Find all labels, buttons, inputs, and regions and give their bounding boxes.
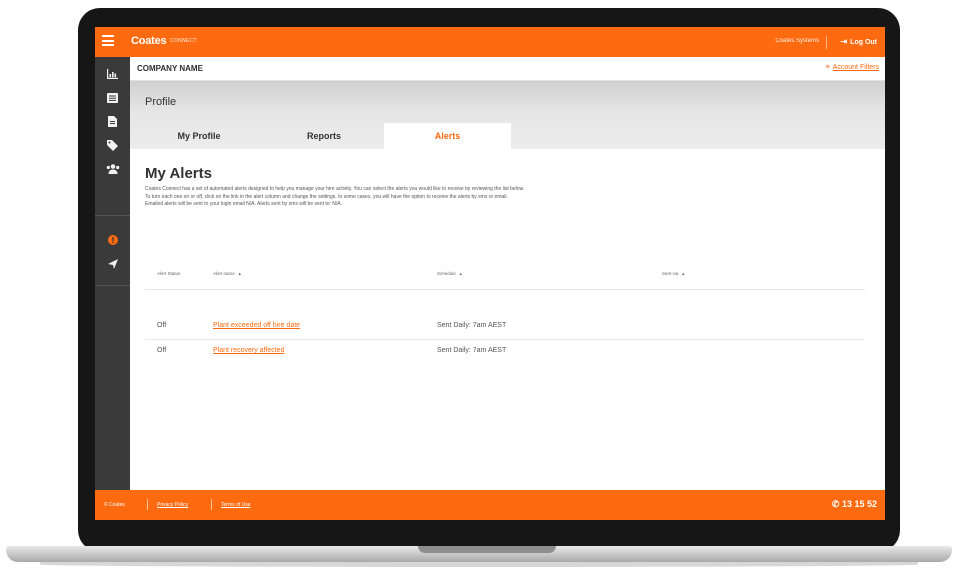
sidebar-divider: [95, 285, 130, 286]
account-filters-label: Account Filters: [832, 64, 879, 71]
sidebar-divider: [95, 215, 130, 216]
screen: Coates CONNECT Coates Systems ⇥Log Out: [95, 27, 885, 520]
alert-icon[interactable]: [95, 235, 130, 249]
phone-label: 13 15 52: [841, 499, 877, 509]
column-header-label: Schedule: [437, 271, 456, 276]
tag-icon[interactable]: [95, 140, 130, 155]
contact-link[interactable]: Coates Systems: [775, 38, 819, 44]
brand-logo[interactable]: Coates: [131, 35, 167, 47]
chart-icon[interactable]: [95, 69, 130, 83]
alert-name-link[interactable]: Plant recovery affected: [213, 347, 284, 354]
alert-schedule: Sent Daily: 7am AEST: [437, 347, 507, 354]
description-paragraph: Emailed alerts will be sent to your logi…: [145, 201, 343, 207]
alerts-panel: My Alerts Coates Connect has a set of au…: [130, 149, 885, 490]
tab-alerts[interactable]: Alerts: [384, 123, 511, 149]
footer: © Coates Privacy Policy Terms of Use ✆ 1…: [95, 490, 885, 520]
column-header-label: Alert name: [213, 271, 235, 276]
column-header-name[interactable]: Alert name ▲: [213, 271, 242, 276]
sort-arrow-icon: ▲: [458, 271, 463, 276]
menu-icon[interactable]: [102, 35, 114, 46]
description-paragraph: Coates Connect has a set of automated al…: [145, 186, 525, 192]
list-icon[interactable]: [95, 93, 130, 107]
users-icon[interactable]: [95, 164, 130, 178]
laptop-base-notch: [418, 546, 556, 553]
logout-label: Log Out: [850, 39, 877, 46]
alert-name-link[interactable]: Plant exceeded off hire date: [213, 322, 300, 329]
column-header-status: Alert Status: [157, 271, 180, 276]
column-header-label: Sent via: [662, 271, 679, 276]
column-header-sent-via[interactable]: Sent via ▲: [662, 271, 685, 276]
alert-status: Off: [157, 347, 167, 354]
sort-arrow-icon: ▲: [681, 271, 686, 276]
alerts-description: Coates Connect has a set of automated al…: [145, 186, 585, 209]
footer-divider: [147, 499, 148, 510]
alert-schedule: Sent Daily: 7am AEST: [437, 322, 507, 329]
document-icon[interactable]: [95, 116, 130, 131]
logout-icon: ⇥: [840, 37, 848, 46]
send-icon[interactable]: [95, 259, 130, 273]
page-title: Profile: [145, 96, 177, 108]
tab-reports[interactable]: Reports: [264, 123, 384, 149]
tab-my-profile[interactable]: My Profile: [134, 123, 264, 149]
privacy-policy-link[interactable]: Privacy Policy: [157, 502, 188, 508]
footer-divider: [211, 499, 212, 510]
table-row-divider: [145, 339, 865, 340]
top-bar: Coates CONNECT Coates Systems ⇥ Log Out: [95, 27, 885, 57]
logout-button[interactable]: ⇥ Log Out: [840, 37, 877, 46]
company-name: COMPANY NAME: [137, 64, 203, 73]
column-header-label: Alert Status: [157, 271, 181, 276]
company-bar: COMPANY NAME ≡ Account Filters: [130, 57, 885, 81]
sidebar: [95, 57, 130, 490]
copyright-text: © Coates: [104, 502, 125, 508]
filter-icon: ≡: [825, 64, 830, 71]
phone-icon: ✆: [831, 499, 842, 509]
phone-number[interactable]: ✆ 13 15 52: [832, 499, 877, 510]
sort-arrow-icon: ▲: [237, 271, 242, 276]
terms-of-use-link[interactable]: Terms of Use: [221, 502, 250, 508]
laptop-shadow: [40, 562, 918, 567]
column-header-schedule[interactable]: Schedule ▲: [437, 271, 463, 276]
description-paragraph: To turn each one on or off, click on the…: [145, 193, 508, 200]
account-filters-link[interactable]: ≡ Account Filters: [826, 64, 879, 71]
section-heading: My Alerts: [145, 165, 212, 182]
header-divider: [826, 36, 827, 49]
table-row-divider: [145, 289, 865, 290]
profile-header: Profile My Profile Reports Alerts: [130, 81, 885, 149]
brand-subtitle: CONNECT: [170, 38, 197, 44]
alert-status: Off: [157, 322, 167, 329]
